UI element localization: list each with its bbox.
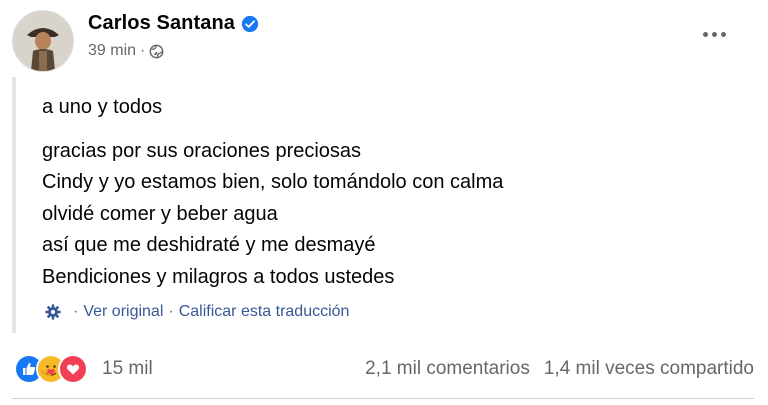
post-line: así que me deshidraté y me desmayé	[42, 234, 376, 256]
more-dot	[711, 31, 717, 37]
author-name[interactable]: Carlos Santana	[88, 12, 235, 35]
more-dot	[720, 31, 726, 37]
post-line: Bendiciones y milagros a todos ustedes	[42, 265, 395, 288]
post-meta: Carlos Santana 39 min ·	[88, 12, 259, 60]
post-line: olvidé comer y beber agua	[42, 202, 278, 225]
footer-divider	[12, 398, 754, 399]
meta-separator: ·	[140, 42, 146, 59]
shares-count[interactable]: 1,4 mil veces compartido	[544, 358, 754, 380]
post-body: a uno y todos gracias por sus oraciones …	[42, 92, 503, 293]
translation-separator: ·	[73, 303, 79, 320]
post-footer: 15 mil 2,1 mil comentarios 1,4 mil veces…	[14, 354, 754, 384]
post-header: Carlos Santana 39 min ·	[12, 10, 259, 72]
translation-bar: · Ver original · Calificar esta traducci…	[44, 303, 349, 321]
globe-icon[interactable]	[149, 44, 164, 59]
love-icon	[58, 354, 88, 384]
comments-count[interactable]: 2,1 mil comentarios	[365, 358, 530, 380]
post-line: a uno y todos	[42, 96, 163, 118]
post-timestamp[interactable]: 39 min	[88, 42, 136, 60]
more-dot	[702, 31, 708, 37]
see-original-link[interactable]: Ver original	[83, 303, 163, 321]
reactions-summary[interactable]: 15 mil	[14, 354, 153, 384]
translation-quote-bar	[12, 77, 16, 333]
translation-separator: ·	[168, 303, 174, 320]
avatar[interactable]	[12, 10, 74, 72]
rate-translation-link[interactable]: Calificar esta traducción	[179, 303, 350, 321]
post-line: gracias por sus oraciones preciosas	[42, 139, 362, 162]
more-options-icon[interactable]	[694, 24, 734, 44]
gear-icon[interactable]	[44, 303, 62, 321]
reactions-count[interactable]: 15 mil	[102, 358, 153, 380]
verified-badge-icon	[241, 15, 259, 32]
post-line: Cindy y yo estamos bien, solo tomándolo …	[42, 171, 504, 193]
